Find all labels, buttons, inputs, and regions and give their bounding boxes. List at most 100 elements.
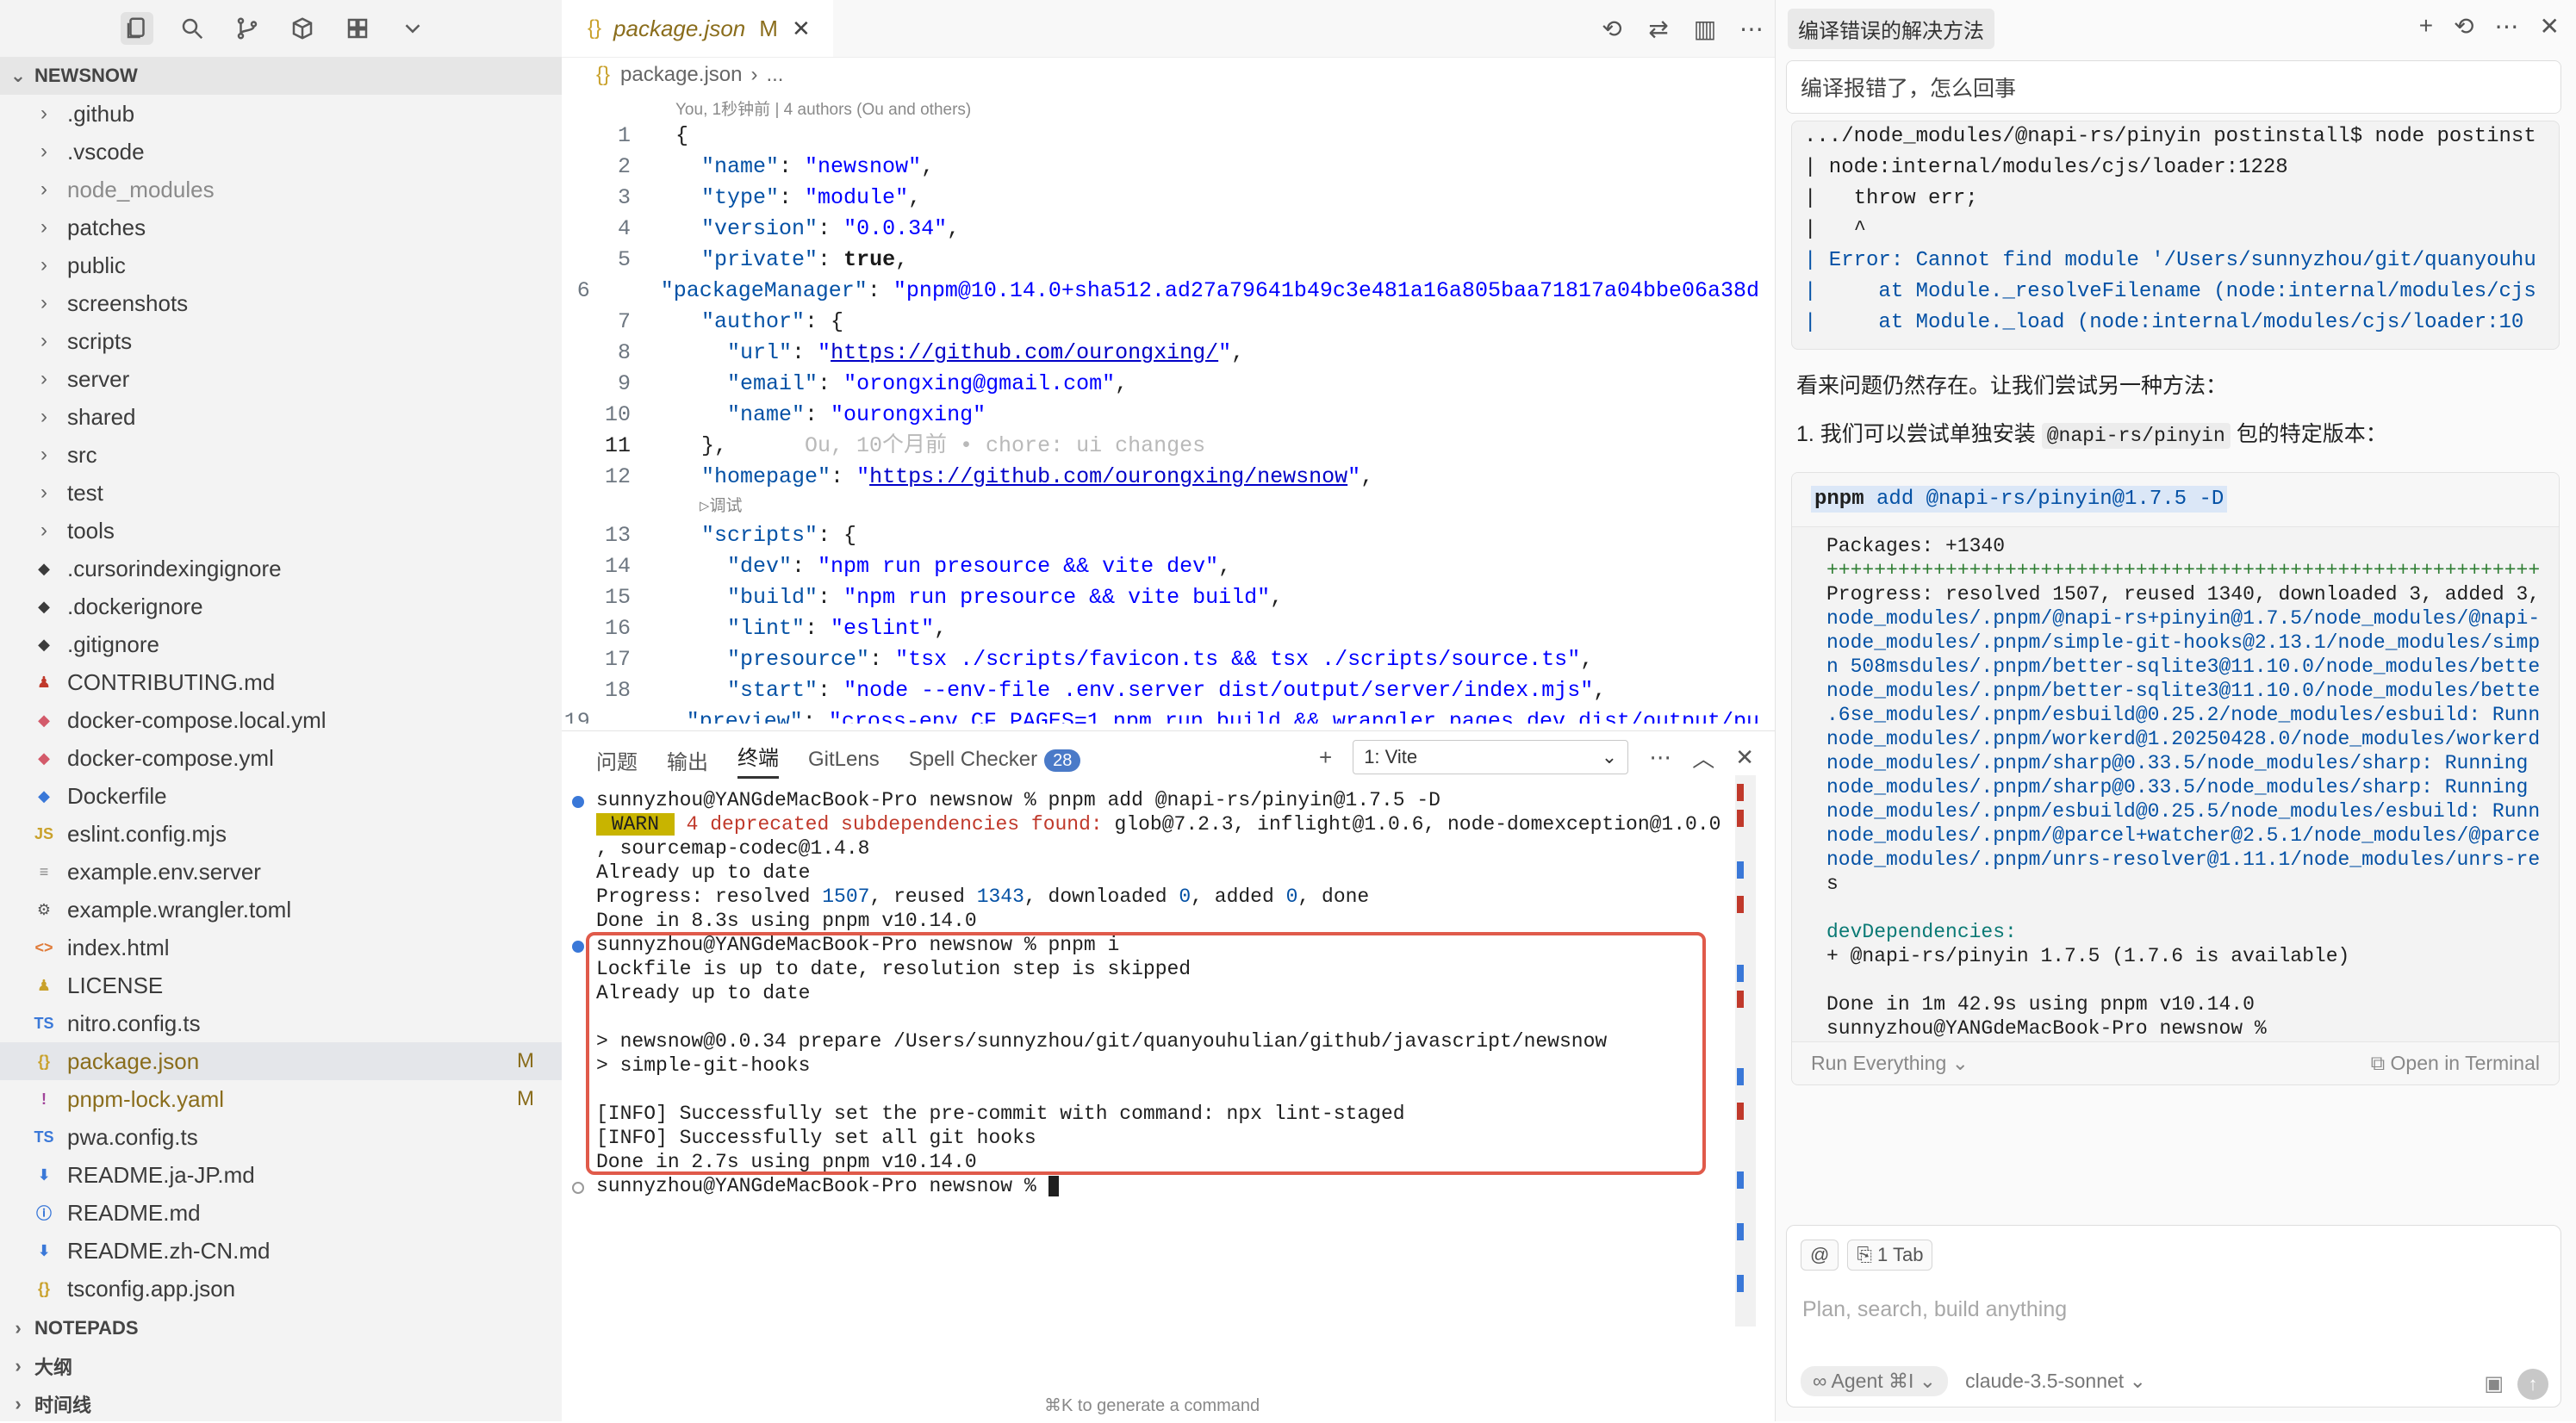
breadcrumb-file[interactable]: package.json: [620, 63, 742, 87]
user-message[interactable]: 编译报错了，怎么回事: [1786, 60, 2561, 114]
tab-context-chip[interactable]: ⎘ 1 Tab: [1847, 1240, 1933, 1271]
file-item[interactable]: ♟ LICENSE: [0, 966, 562, 1004]
folder-item[interactable]: › .github: [0, 95, 562, 133]
tab-gitlens[interactable]: GitLens: [808, 748, 880, 772]
close-icon[interactable]: ✕: [792, 16, 811, 42]
sidebar-section-header[interactable]: › 大纲: [0, 1347, 562, 1385]
source-control-icon[interactable]: [231, 12, 264, 45]
more-icon[interactable]: ⋯: [1737, 14, 1766, 43]
folder-item[interactable]: › node_modules: [0, 171, 562, 208]
error-log-block[interactable]: .../node_modules/@napi-rs/pinyin postins…: [1791, 121, 2560, 350]
new-chat-icon[interactable]: +: [2419, 12, 2433, 40]
tab-package-json[interactable]: {} package.json M ✕: [562, 0, 833, 57]
folder-item[interactable]: › patches: [0, 208, 562, 246]
file-item[interactable]: ◆ .gitignore: [0, 625, 562, 663]
send-button[interactable]: ↑: [2517, 1369, 2548, 1400]
git-blame-lens[interactable]: You, 1秒钟前 | 4 authors (Ou and others): [675, 96, 971, 120]
run-everything-button[interactable]: Run Everything ⌄: [1811, 1052, 1969, 1075]
sidebar-section-header[interactable]: › NOTEPADS: [0, 1309, 562, 1347]
folder-item[interactable]: › tools: [0, 512, 562, 550]
file-item[interactable]: ! pnpm-lock.yaml M: [0, 1080, 562, 1118]
folder-item[interactable]: › test: [0, 474, 562, 512]
new-terminal-icon[interactable]: +: [1319, 744, 1332, 771]
terminal-select[interactable]: 1: Vite ⌄: [1353, 740, 1629, 774]
file-item[interactable]: ⬇ README.ja-JP.md: [0, 1156, 562, 1194]
image-icon[interactable]: ▣: [2484, 1371, 2504, 1396]
file-item[interactable]: ◆ .cursorindexingignore: [0, 550, 562, 587]
file-item[interactable]: ◆ .dockerignore: [0, 587, 562, 625]
folder-item[interactable]: › scripts: [0, 322, 562, 360]
inline-code: @napi-rs/pinyin: [2041, 423, 2231, 449]
tab-terminal[interactable]: 终端: [737, 741, 779, 779]
step-suffix: 包的特定版本：: [2230, 422, 2387, 446]
breadcrumb-more[interactable]: ...: [766, 63, 783, 87]
explorer-project-header[interactable]: ⌄ NEWSNOW: [0, 57, 562, 95]
command-status-dot[interactable]: [572, 941, 584, 953]
command-status-dot[interactable]: [572, 796, 584, 808]
sidebar-section-header[interactable]: › 时间线: [0, 1385, 562, 1423]
search-icon[interactable]: [176, 12, 208, 45]
code-view[interactable]: 1{ 2 "name": "newsnow", 3 "type": "modul…: [562, 121, 1759, 724]
tab-output[interactable]: 输出: [667, 745, 708, 775]
tab-problems[interactable]: 问题: [596, 745, 638, 775]
terminal-output[interactable]: sunnyzhou@YANGdeMacBook-Pro newsnow % pn…: [562, 788, 1751, 1198]
file-item[interactable]: ◆ Dockerfile: [0, 777, 562, 815]
file-item[interactable]: ◆ docker-compose.yml: [0, 739, 562, 777]
mention-button[interactable]: @: [1801, 1240, 1839, 1271]
file-item[interactable]: ⚙ example.wrangler.toml: [0, 891, 562, 929]
file-item[interactable]: ≡ example.env.server: [0, 853, 562, 891]
close-panel-icon[interactable]: ✕: [1735, 744, 1754, 771]
file-item[interactable]: {} tsconfig.app.json: [0, 1270, 562, 1308]
progress-text: , done: [1297, 885, 1370, 908]
tab-spell-checker[interactable]: Spell Checker 28: [909, 748, 1081, 772]
file-item[interactable]: <> index.html: [0, 929, 562, 966]
log-line: | at Module._resolveFilename (node:inter…: [1804, 280, 2536, 303]
folder-item[interactable]: › src: [0, 436, 562, 474]
folder-item[interactable]: › shared: [0, 398, 562, 436]
file-item[interactable]: {} package.json M: [0, 1042, 562, 1080]
close-icon[interactable]: ✕: [2540, 12, 2560, 40]
debug-codelens[interactable]: ▷调试: [562, 493, 1759, 520]
history-icon[interactable]: ⟲: [2454, 12, 2473, 40]
git-icon: ◆: [38, 635, 50, 653]
terminal-scroll-marks[interactable]: [1735, 775, 1756, 1327]
file-item[interactable]: TS pwa.config.ts: [0, 1118, 562, 1156]
folder-item[interactable]: › server: [0, 360, 562, 398]
progress-text: , downloaded: [1024, 885, 1179, 908]
model-select[interactable]: claude-3.5-sonnet ⌄: [1965, 1370, 2146, 1393]
assistant-step: 1. 我们可以尝试单独安装 @napi-rs/pinyin 包的特定版本：: [1796, 417, 2387, 449]
file-item[interactable]: ◆ docker-compose.local.yml: [0, 701, 562, 739]
file-item[interactable]: ⬇ README.zh-CN.md: [0, 1232, 562, 1270]
chat-input[interactable]: [1801, 1289, 2545, 1329]
file-item[interactable]: ♟ CONTRIBUTING.md: [0, 663, 562, 701]
text-file-icon: ≡: [39, 862, 49, 880]
history-icon[interactable]: ⟲: [1597, 14, 1627, 43]
more-icon[interactable]: ⋯: [1649, 744, 1671, 771]
folder-item[interactable]: › .vscode: [0, 133, 562, 171]
explorer-files-icon[interactable]: [121, 12, 153, 45]
chat-title[interactable]: 编译错误的解决方法: [1788, 8, 1994, 49]
terminal-text: Already up to date: [596, 861, 811, 884]
command-output-block[interactable]: pnpm add @napi-rs/pinyin@1.7.5 -D Packag…: [1791, 472, 2560, 1085]
agent-mode-select[interactable]: ∞ Agent ⌘I ⌄: [1801, 1366, 1949, 1396]
compare-icon[interactable]: ⇄: [1644, 14, 1673, 43]
scroll-mark: [1737, 784, 1744, 801]
package-box-icon[interactable]: [286, 12, 319, 45]
open-in-terminal-button[interactable]: ⧉ Open in Terminal: [2371, 1052, 2540, 1075]
command-args: add @napi-rs/pinyin@1.7.5 -D: [1864, 488, 2224, 511]
extensions-icon[interactable]: [341, 12, 374, 45]
file-item[interactable]: ⓘ README.md: [0, 1194, 562, 1232]
tree-item-label: docker-compose.local.yml: [67, 706, 327, 733]
file-item[interactable]: JS eslint.config.mjs: [0, 815, 562, 853]
folder-item[interactable]: › screenshots: [0, 284, 562, 322]
split-editor-icon[interactable]: ▥: [1690, 14, 1720, 43]
tree-item-label: src: [67, 441, 97, 468]
output-line: ++++++++++++++++++++++++++++++++++++++++…: [1826, 559, 2541, 581]
command-status-dot[interactable]: [572, 1182, 584, 1194]
more-icon[interactable]: ⋯: [2495, 12, 2519, 40]
maximize-panel-icon[interactable]: ︿: [1692, 742, 1714, 774]
folder-item[interactable]: › public: [0, 246, 562, 284]
chevron-down-icon[interactable]: [396, 12, 429, 45]
code-line: 19 "preview": "cross-env CF_PAGES=1 npm …: [563, 709, 1759, 724]
file-item[interactable]: TS nitro.config.ts: [0, 1004, 562, 1042]
